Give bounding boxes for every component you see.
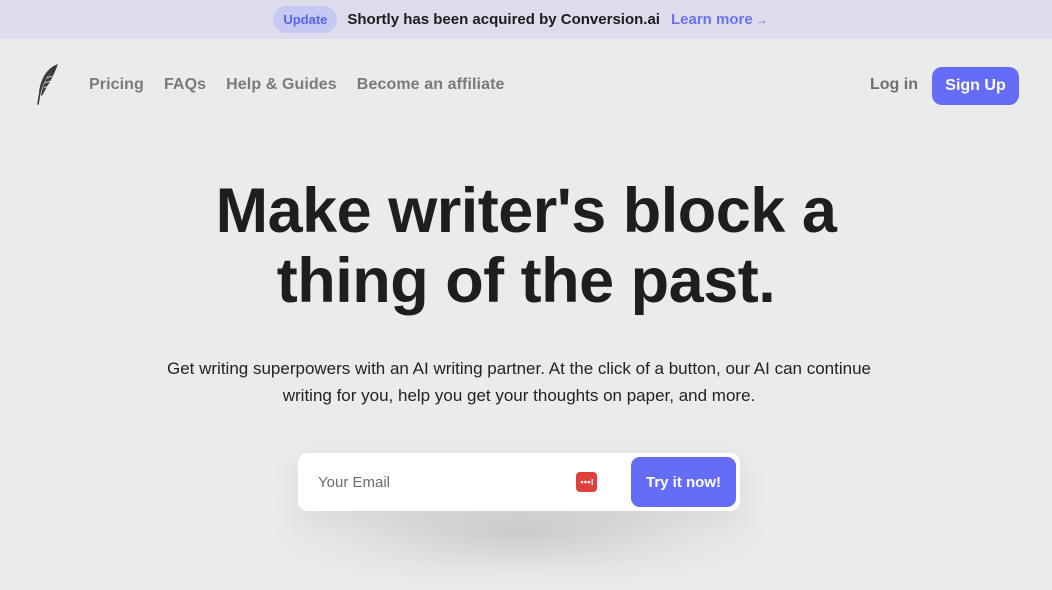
top-navigation: Pricing FAQs Help & Guides Become an aff… [0, 39, 1052, 133]
nav-links: Pricing FAQs Help & Guides Become an aff… [89, 76, 505, 94]
hero-title-line-2: thing of the past. [276, 246, 776, 316]
update-badge: Update [273, 6, 338, 33]
announcement-content: Update Shortly has been acquired by Conv… [273, 6, 768, 33]
signup-button[interactable]: Sign Up [932, 67, 1019, 105]
quill-logo-icon[interactable] [37, 62, 61, 106]
arrow-right-icon: → [755, 12, 768, 27]
nav-link-help-guides[interactable]: Help & Guides [226, 76, 337, 94]
learn-more-label: Learn more [670, 11, 753, 28]
email-signup-form: Try it now! [298, 453, 740, 511]
login-link[interactable]: Log in [870, 76, 918, 94]
announcement-text: Shortly has been acquired by Conversion.… [347, 11, 660, 28]
hero-title-line-1: Make writer's block a [215, 176, 837, 246]
nav-link-affiliate[interactable]: Become an affiliate [357, 76, 505, 94]
announcement-banner: Update Shortly has been acquired by Conv… [0, 0, 1052, 39]
email-input[interactable] [318, 469, 568, 495]
hero-title: Make writer's block a thing of the past. [0, 176, 1052, 316]
password-manager-icon[interactable] [576, 472, 597, 492]
nav-link-pricing[interactable]: Pricing [89, 76, 144, 94]
try-it-now-button[interactable]: Try it now! [631, 457, 736, 507]
learn-more-link[interactable]: Learn more → [671, 11, 768, 28]
nav-link-faqs[interactable]: FAQs [164, 76, 206, 94]
hero-subtitle: Get writing superpowers with an AI writi… [167, 359, 871, 405]
